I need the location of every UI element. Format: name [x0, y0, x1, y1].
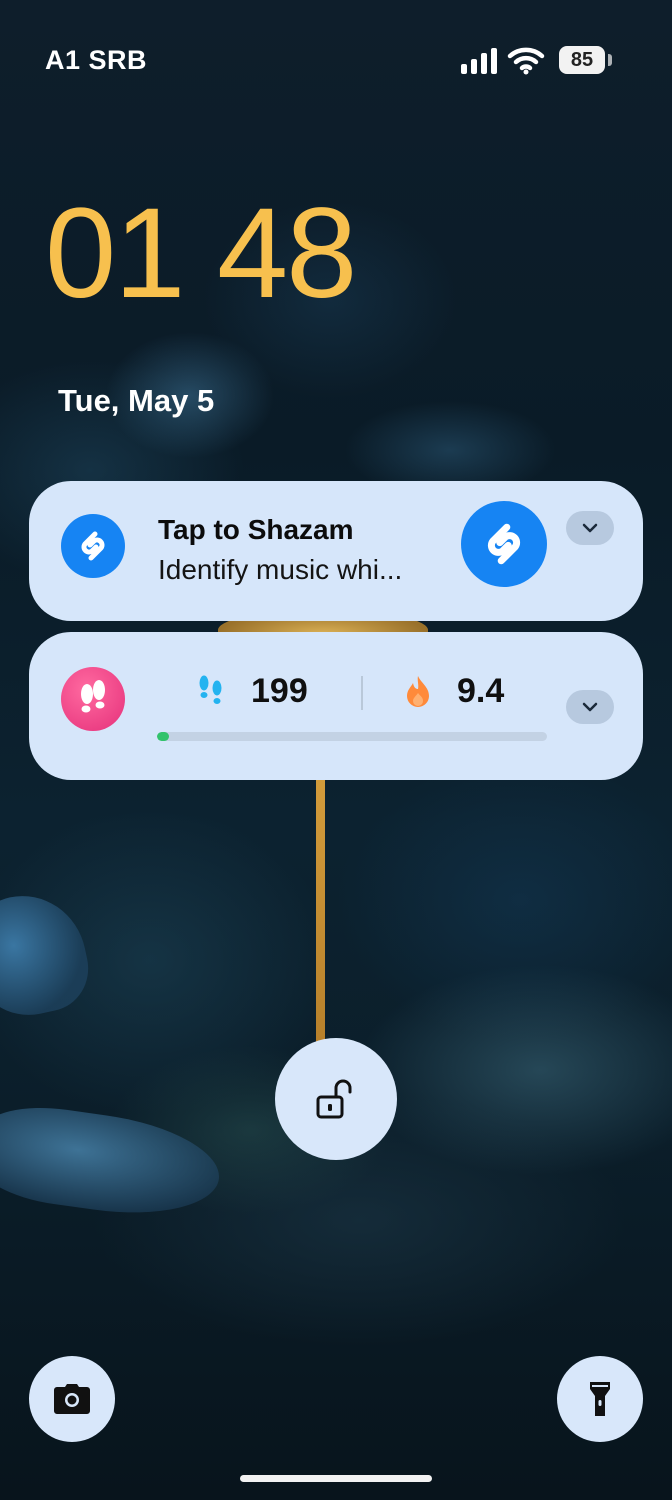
- lockscreen-date: Tue, May 5: [58, 383, 215, 418]
- unlock-icon: [316, 1079, 352, 1119]
- expand-button[interactable]: [566, 511, 614, 545]
- expand-button[interactable]: [566, 690, 614, 724]
- notification-text: Identify music whi...: [158, 554, 403, 585]
- battery-tip: [608, 54, 612, 66]
- home-indicator[interactable]: [240, 1475, 432, 1482]
- status-bar: A1 SRB 85: [0, 0, 672, 120]
- notification-title: Tap to Shazam: [158, 514, 354, 545]
- shazam-notification[interactable]: Tap to Shazam Identify music whi...: [29, 481, 643, 621]
- wifi-icon: [507, 47, 545, 75]
- flashlight-icon: [590, 1382, 610, 1416]
- progress-fill: [157, 732, 169, 741]
- steps-count: 199: [251, 672, 308, 710]
- lockscreen-clock: 01 48: [45, 182, 357, 325]
- shazam-icon: [61, 514, 125, 578]
- unlock-button[interactable]: [275, 1038, 397, 1160]
- camera-icon: [54, 1384, 90, 1414]
- battery-icon: 85: [559, 46, 605, 74]
- camera-shortcut-button[interactable]: [29, 1356, 115, 1442]
- signal-icon: [461, 48, 497, 74]
- fitness-notification[interactable]: 199 9.4: [29, 632, 643, 780]
- flashlight-shortcut-button[interactable]: [557, 1356, 643, 1442]
- carrier-label: A1 SRB: [45, 45, 148, 75]
- activity-progress-bar: [157, 732, 547, 741]
- divider: [361, 676, 363, 710]
- footprints-icon: [199, 675, 222, 704]
- chevron-down-icon: [582, 702, 598, 712]
- flame-icon: [407, 676, 429, 707]
- chevron-down-icon: [582, 523, 598, 533]
- calories-count: 9.4: [457, 672, 505, 710]
- footsteps-app-icon: [61, 667, 125, 731]
- battery-level: 85: [570, 49, 594, 71]
- shazam-button-icon[interactable]: [461, 501, 547, 587]
